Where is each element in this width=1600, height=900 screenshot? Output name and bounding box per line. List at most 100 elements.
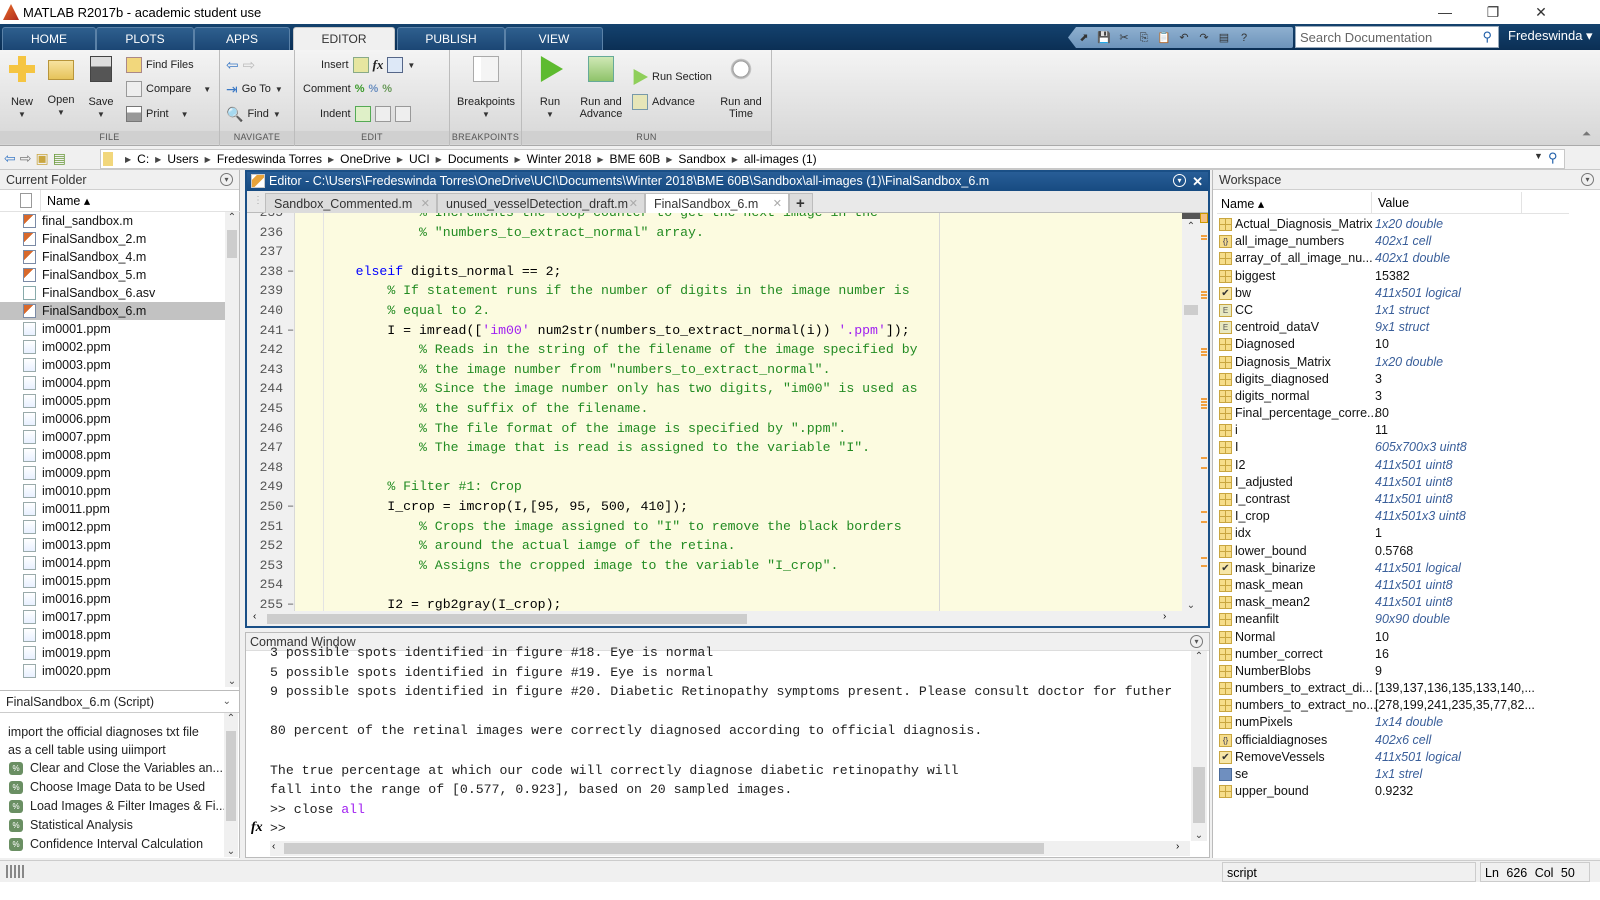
breadcrumb-separator-icon[interactable]: ▶ [155,155,161,164]
editor-scroll-thumb[interactable] [1184,305,1198,315]
minimize-button[interactable]: — [1422,0,1468,24]
code-line[interactable]: elseif digits_normal == 2; [324,264,562,279]
go-to-button[interactable]: ⇥ Go To ▼ [226,80,283,98]
cut-icon[interactable]: ✂ [1116,30,1132,46]
panel-actions-icon[interactable]: ▾ [1190,635,1203,648]
workspace-variable-row[interactable]: I_crop 411x501x3 uint8 [1217,508,1597,525]
find-button[interactable]: 🔍 Find ▼ [226,105,281,123]
breakpoint-marker[interactable]: – [287,499,294,513]
scroll-left-icon[interactable]: ‹ [272,841,275,852]
workspace-variable-row[interactable]: numPixels 1x14 double [1217,714,1597,731]
workspace-variable-row[interactable]: Normal 10 [1217,629,1597,646]
breadcrumb-separator-icon[interactable]: ▶ [515,155,521,164]
breadcrumb-separator-icon[interactable]: ▶ [597,155,603,164]
command-prompt[interactable]: >> [270,821,294,836]
code-line[interactable]: % Reads in the string of the filename of… [324,342,918,357]
scroll-right-icon[interactable]: › [1176,841,1179,852]
workspace-variable-row[interactable]: ✔ mask_binarize 411x501 logical [1217,560,1597,577]
code-line[interactable]: % "numbers_to_extract_normal" array. [324,225,704,240]
editor-vertical-scrollbar[interactable]: ⌃ ⌄ [1182,213,1200,611]
code-line[interactable]: % If statement runs if the number of dig… [324,283,909,298]
workspace-variable-row[interactable]: {} all_image_numbers 402x1 cell [1217,233,1597,250]
code-line[interactable] [324,577,356,592]
warning-marker[interactable] [1201,511,1207,513]
warning-marker[interactable] [1201,291,1207,293]
file-list-item[interactable]: im0015.ppm [0,572,225,590]
command-horizontal-scrollbar[interactable]: ‹ › [270,841,1190,856]
address-dropdown-icon[interactable]: ▼ [1534,151,1543,161]
breadcrumb-separator-icon[interactable]: ▶ [732,155,738,164]
editor-tab-unused-vessel-detection[interactable]: unused_vesselDetection_draft.m ✕ [437,193,645,213]
breadcrumb-item[interactable]: Documents [448,152,509,166]
workspace-variable-row[interactable]: {} officialdiagnoses 402x6 cell [1217,732,1597,749]
code-line[interactable]: % Filter #1: Crop [324,479,522,494]
name-column-header[interactable]: Name ▴ [1221,196,1264,211]
folder-scrollbar[interactable]: ⌃ ⌄ [225,212,239,687]
breadcrumb-item[interactable]: OneDrive [340,152,391,166]
copy-icon[interactable]: ⎘ [1136,30,1152,46]
up-folder-icon[interactable]: ▣ [35,150,48,167]
breadcrumb-separator-icon[interactable]: ▶ [666,155,672,164]
comment-button[interactable]: Comment%%% [303,80,392,98]
editor-tab-sandbox-commented[interactable]: Sandbox_Commented.m ✕ [265,193,437,213]
scroll-down-icon[interactable]: ⌄ [225,676,239,687]
print-button[interactable]: Print ▼ [126,105,189,123]
value-column-header[interactable]: Value [1371,192,1521,214]
warning-marker[interactable] [1201,407,1207,409]
tab-view[interactable]: VIEW [505,27,603,50]
file-list-item[interactable]: im0001.ppm [0,320,225,338]
warning-marker[interactable] [1201,565,1207,567]
workspace-variable-row[interactable]: Ecentroid_dataV 9x1 struct [1217,319,1597,336]
file-list-item[interactable]: im0006.ppm [0,410,225,428]
code-section-item[interactable]: % Clear and Close the Variables an... [0,759,239,778]
workspace-variable-row[interactable]: I2 411x501 uint8 [1217,457,1597,474]
command-scroll-thumb[interactable] [1193,767,1205,823]
scroll-down-icon[interactable]: ⌄ [224,846,238,857]
code-analyzer-markers[interactable] [1200,213,1208,611]
code-line[interactable]: I = imread(['im00' num2str(numbers_to_ex… [324,323,909,338]
workspace-variable-row[interactable]: E CC 1x1 struct [1217,302,1597,319]
workspace-variable-row[interactable]: digits_diagnosed 3 [1217,371,1597,388]
close-window-button[interactable]: ✕ [1518,0,1564,24]
workspace-variable-row[interactable]: array_of_all_image_nu... 402x1 double [1217,250,1597,267]
details-scroll-thumb[interactable] [226,731,236,821]
new-button[interactable]: New ▼ [6,56,38,121]
search-documentation-input[interactable]: Search Documentation ⚲ [1295,26,1499,48]
file-list-item[interactable]: FinalSandbox_5.m [0,266,225,284]
indent-button[interactable]: Indent [320,105,411,123]
workspace-variable-row[interactable]: mask_mean2 411x501 uint8 [1217,594,1597,611]
scroll-up-icon[interactable]: ⌃ [1182,221,1200,232]
tab-publish[interactable]: PUBLISH [397,27,505,50]
open-button[interactable]: Open ▼ [44,56,78,119]
scroll-up-icon[interactable]: ⌃ [225,212,239,223]
save-icon[interactable]: 💾 [1096,30,1112,46]
warning-marker[interactable] [1201,354,1207,356]
warning-marker[interactable] [1201,404,1207,406]
file-list-item[interactable]: im0018.ppm [0,626,225,644]
insert-button[interactable]: Insert fx ▼ [321,56,415,74]
breakpoint-marker[interactable]: – [287,264,294,278]
file-list-item[interactable]: im0017.ppm [0,608,225,626]
workspace-variable-row[interactable]: biggest 15382 [1217,268,1597,285]
breakpoints-button[interactable]: Breakpoints ▼ [454,56,518,121]
status-grip-icon[interactable] [6,865,24,878]
code-line[interactable]: % the suffix of the filename. [324,401,649,416]
code-line[interactable]: % equal to 2. [324,303,490,318]
warning-marker[interactable] [1201,348,1207,350]
file-list-item[interactable]: im0007.ppm [0,428,225,446]
breadcrumb-item[interactable]: Fredeswinda Torres [217,152,322,166]
file-list-item[interactable]: im0008.ppm [0,446,225,464]
code-line[interactable] [324,244,356,259]
breadcrumb-separator-icon[interactable]: ▶ [328,155,334,164]
search-folder-icon[interactable]: ⚲ [1548,150,1558,166]
file-list-item[interactable]: FinalSandbox_6.asv [0,284,225,302]
breakpoint-marker[interactable]: – [287,323,294,337]
file-list-item[interactable]: im0011.ppm [0,500,225,518]
code-line[interactable]: % Since the image number only has two di… [324,381,918,396]
run-section-button[interactable]: Run Section [632,68,712,86]
tab-plots[interactable]: PLOTS [96,27,194,50]
function-browser-icon[interactable]: fx [251,820,263,836]
breadcrumb-item[interactable]: C: [137,152,149,166]
compare-button[interactable]: Compare ▼ [126,80,211,98]
code-section-item[interactable]: % Choose Image Data to be Used [0,778,239,797]
